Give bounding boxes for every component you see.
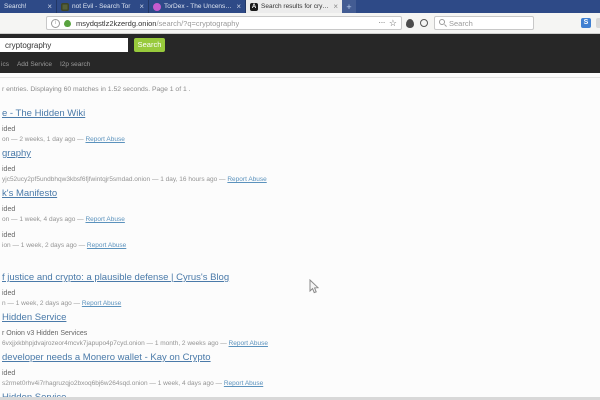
result-meta: s2rmet0rhv4i7rhagruzqjo2bxoq6bj6w264sqd.… xyxy=(2,379,600,389)
header-divider xyxy=(0,77,600,78)
tab-notevil[interactable]: not Evil - Search Tor × xyxy=(57,0,149,13)
results-list: e - The Hidden Wiki ided on — 2 weeks, 1… xyxy=(2,107,600,400)
result-title-link[interactable]: f justice and crypto: a plausible defens… xyxy=(2,271,600,285)
result-description: r Onion v3 Hidden Services xyxy=(2,329,600,339)
tab-title: Search results for cryptography xyxy=(261,3,329,10)
close-icon[interactable]: × xyxy=(47,0,52,13)
result-meta: on — 2 weeks, 1 day ago — Report Abuse xyxy=(2,135,600,145)
search-result: graphy ided yjc52ucy2pf5undbhqw3kbsf6fjf… xyxy=(2,147,600,187)
result-meta: on — 1 week, 4 days ago — Report Abuse xyxy=(2,215,600,225)
report-abuse-link[interactable]: Report Abuse xyxy=(224,380,263,387)
search-icon xyxy=(439,19,447,27)
toolbar-edge-icon[interactable] xyxy=(596,18,600,28)
new-tab-button[interactable]: + xyxy=(342,0,356,13)
site-nav: ics Add Service I2p search xyxy=(1,61,90,68)
report-abuse-link[interactable]: Report Abuse xyxy=(227,176,266,183)
result-url-age: s2rmet0rhv4i7rhagruzqjo2bxoq6bj6w264sqd.… xyxy=(2,380,224,387)
close-icon[interactable]: × xyxy=(139,0,144,13)
favicon-notevil xyxy=(61,3,69,11)
result-title-link[interactable]: Hidden Service xyxy=(2,311,600,325)
tab-title: Search! xyxy=(4,3,43,10)
site-header: Search ics Add Service I2p search xyxy=(0,34,600,73)
circle-outline-icon[interactable] xyxy=(420,19,428,27)
result-description: ided xyxy=(2,231,600,241)
result-url-age: ion — 1 week, 2 days ago — xyxy=(2,242,87,249)
search-result: developer needs a Monero wallet - Kay on… xyxy=(2,351,600,391)
close-icon[interactable]: × xyxy=(236,0,241,13)
result-url-age: 6vxjjxkbhpjdvajrozeor4mcvk7japupo4p7cyd.… xyxy=(2,340,229,347)
results-page: r entries. Displaying 60 matches in 1.52… xyxy=(0,73,600,400)
torbutton-onion-icon[interactable] xyxy=(406,19,414,28)
result-description: ided xyxy=(2,125,600,135)
result-description: ided xyxy=(2,205,600,215)
result-url-age: n — 1 week, 2 days ago — xyxy=(2,300,82,307)
site-info-icon[interactable] xyxy=(51,19,60,28)
result-title-link[interactable]: developer needs a Monero wallet - Kay on… xyxy=(2,351,600,365)
result-meta: n — 1 week, 2 days ago — Report Abuse xyxy=(2,299,600,309)
result-title-link[interactable]: graphy xyxy=(2,147,600,161)
url-bar[interactable]: msydqstlz2kzerdg.onion/search/?q=cryptog… xyxy=(46,16,402,30)
tab-title: TorDex - The Uncensored Tor Se xyxy=(164,3,232,10)
url-path: /search/?q=cryptography xyxy=(156,19,239,28)
result-description: ided xyxy=(2,289,600,299)
result-title-link[interactable]: e - The Hidden Wiki xyxy=(2,107,600,121)
result-title-link[interactable]: k's Manifesto xyxy=(2,187,600,201)
browser-search-input[interactable] xyxy=(449,19,529,28)
nav-link-statistics[interactable]: ics xyxy=(1,61,9,68)
tab-tordex[interactable]: TorDex - The Uncensored Tor Se × xyxy=(149,0,246,13)
nav-link-i2p-search[interactable]: I2p search xyxy=(60,61,90,68)
report-abuse-link[interactable]: Report Abuse xyxy=(87,242,126,249)
site-search-input[interactable] xyxy=(0,38,128,52)
nav-link-add-service[interactable]: Add Service xyxy=(17,61,52,68)
noscript-icon[interactable] xyxy=(581,18,591,28)
browser-window: Search! × not Evil - Search Tor × TorDex… xyxy=(0,0,600,400)
bookmark-star-icon[interactable] xyxy=(389,17,397,29)
result-url-age: yjc52ucy2pf5undbhqw3kbsf6fjfwintqjr5smda… xyxy=(2,176,227,183)
report-abuse-link[interactable]: Report Abuse xyxy=(229,340,268,347)
report-abuse-link[interactable]: Report Abuse xyxy=(85,136,124,143)
tab-bar: Search! × not Evil - Search Tor × TorDex… xyxy=(0,0,600,13)
url-text: msydqstlz2kzerdg.onion/search/?q=cryptog… xyxy=(76,19,239,28)
tab-title: not Evil - Search Tor xyxy=(72,3,135,10)
result-description: ided xyxy=(2,165,600,175)
report-abuse-link[interactable]: Report Abuse xyxy=(85,216,124,223)
search-result: e - The Hidden Wiki ided on — 2 weeks, 1… xyxy=(2,107,600,147)
search-result: ided ion — 1 week, 2 days ago — Report A… xyxy=(2,231,600,271)
search-result: f justice and crypto: a plausible defens… xyxy=(2,271,600,311)
close-icon[interactable]: × xyxy=(333,0,338,13)
tab-search[interactable]: Search! × xyxy=(0,0,57,13)
result-meta: 6vxjjxkbhpjdvajrozeor4mcvk7japupo4p7cyd.… xyxy=(2,339,600,349)
result-meta: yjc52ucy2pf5undbhqw3kbsf6fjfwintqjr5smda… xyxy=(2,175,600,185)
favicon-tordex xyxy=(153,3,161,11)
result-url-age: on — 2 weeks, 1 day ago — xyxy=(2,136,85,143)
url-domain: msydqstlz2kzerdg.onion xyxy=(76,19,156,28)
favicon-ahmia xyxy=(250,3,258,11)
tab-search-results-active[interactable]: Search results for cryptography × xyxy=(246,0,342,13)
tor-onion-icon[interactable] xyxy=(64,20,71,27)
result-description: ided xyxy=(2,369,600,379)
browser-search-box[interactable] xyxy=(434,16,534,30)
site-search-button[interactable]: Search xyxy=(134,38,165,52)
results-summary: r entries. Displaying 60 matches in 1.52… xyxy=(2,86,191,93)
page-actions-icon[interactable] xyxy=(378,17,385,29)
search-result: Hidden Service r Onion v3 Hidden Service… xyxy=(2,311,600,351)
browser-toolbar: msydqstlz2kzerdg.onion/search/?q=cryptog… xyxy=(0,13,600,34)
result-url-age: on — 1 week, 4 days ago — xyxy=(2,216,85,223)
report-abuse-link[interactable]: Report Abuse xyxy=(82,300,121,307)
search-result: k's Manifesto ided on — 1 week, 4 days a… xyxy=(2,187,600,227)
result-meta: ion — 1 week, 2 days ago — Report Abuse xyxy=(2,241,600,251)
